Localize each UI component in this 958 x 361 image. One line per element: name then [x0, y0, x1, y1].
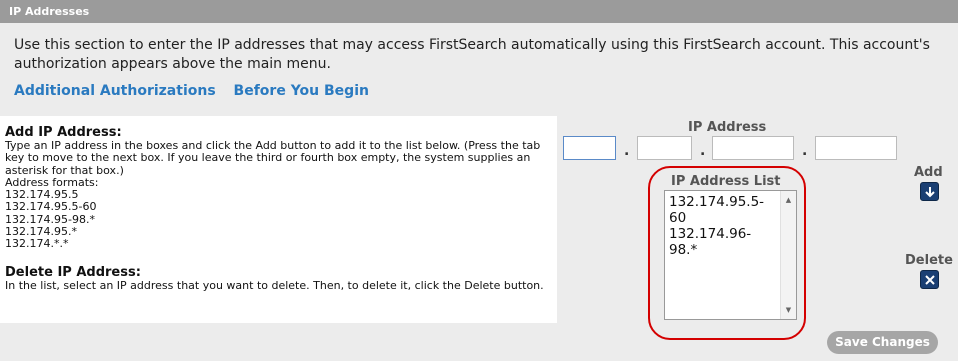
- delete-ip-instructions: In the list, select an IP address that y…: [5, 278, 544, 292]
- address-formats-label: Address formats:: [5, 175, 99, 189]
- list-item[interactable]: 132.174.96-98.*: [665, 226, 779, 258]
- delete-button[interactable]: [920, 270, 939, 289]
- ip-octet-3-input[interactable]: [712, 136, 794, 160]
- intro-text: Use this section to enter the IP address…: [14, 37, 930, 72]
- ip-address-list-label: IP Address List: [671, 174, 781, 189]
- octet-separator: .: [700, 143, 706, 159]
- add-ip-heading: Add IP Address:: [5, 125, 122, 140]
- list-item[interactable]: 132.174.95.5-60: [665, 194, 779, 226]
- format-example: 132.174.95-98.*: [5, 212, 95, 226]
- link-bar: Additional Authorizations Before You Beg…: [14, 83, 382, 99]
- section-header: IP Addresses: [0, 0, 958, 23]
- x-icon: [924, 274, 935, 285]
- delete-label: Delete: [905, 253, 953, 268]
- ip-address-list[interactable]: 132.174.95.5-60 132.174.96-98.* ▲ ▼: [664, 190, 797, 320]
- section-title: IP Addresses: [9, 5, 90, 18]
- before-you-begin-link[interactable]: Before You Begin: [234, 83, 369, 99]
- octet-separator: .: [624, 143, 630, 159]
- format-example: 132.174.*.*: [5, 237, 69, 251]
- scroll-down-icon[interactable]: ▼: [781, 303, 796, 317]
- additional-authorizations-link[interactable]: Additional Authorizations: [14, 83, 216, 99]
- ip-octet-1-input[interactable]: [563, 136, 616, 160]
- save-changes-button[interactable]: Save Changes: [827, 331, 938, 354]
- help-panel: Add IP Address: Type an IP address in th…: [0, 116, 557, 323]
- add-button[interactable]: [920, 182, 939, 201]
- octet-separator: .: [802, 143, 808, 159]
- ip-octet-4-input[interactable]: [815, 136, 897, 160]
- scroll-up-icon[interactable]: ▲: [781, 193, 796, 207]
- format-example: 132.174.95.5-60: [5, 200, 97, 214]
- add-label: Add: [914, 165, 943, 180]
- format-example: 132.174.95.*: [5, 225, 77, 239]
- ip-octet-2-input[interactable]: [637, 136, 692, 160]
- ip-address-label: IP Address: [688, 120, 767, 135]
- list-scrollbar[interactable]: ▲ ▼: [780, 191, 796, 319]
- arrow-down-icon: [924, 186, 935, 197]
- delete-ip-heading: Delete IP Address:: [5, 264, 141, 280]
- add-ip-instructions: Type an IP address in the boxes and clic…: [5, 139, 541, 177]
